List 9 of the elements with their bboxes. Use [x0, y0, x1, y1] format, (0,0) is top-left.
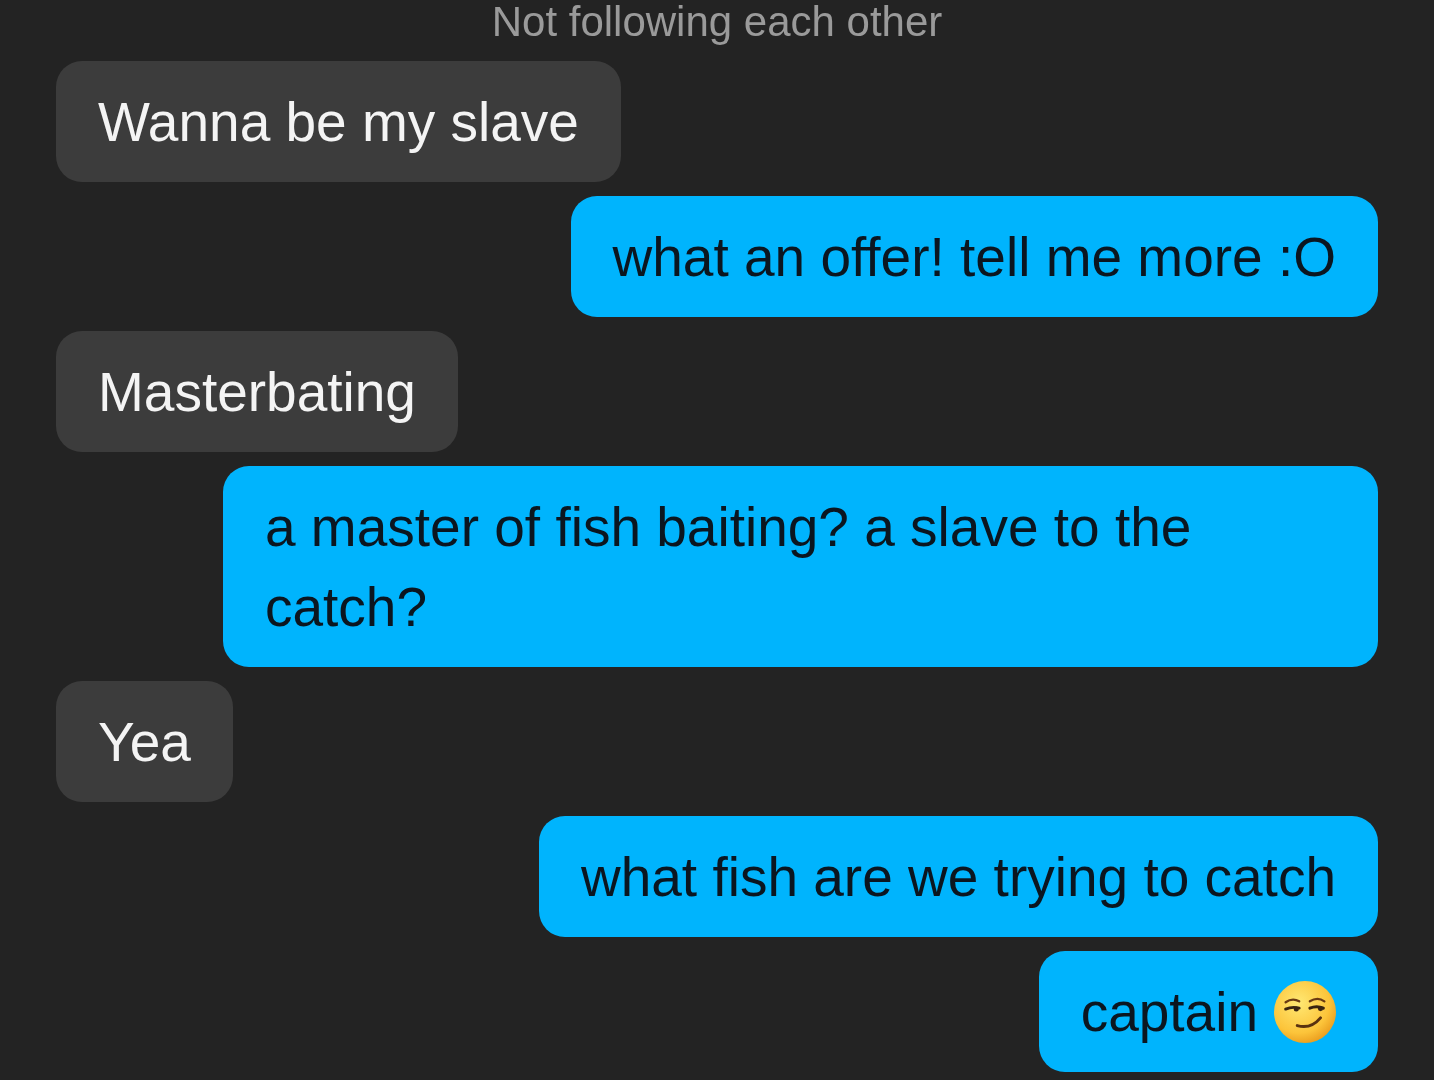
smirking-face-icon — [1274, 980, 1336, 1043]
message-text: what an offer! tell me more :O — [612, 224, 1336, 290]
message-text: Masterbating — [98, 359, 416, 425]
message-text: captain — [1080, 979, 1258, 1045]
message-text: what fish are we trying to catch — [580, 844, 1336, 910]
message-text: Yea — [98, 709, 191, 775]
message-text: a master of fish baiting? a slave to the catch? — [265, 494, 1193, 640]
message-text: Wanna be my slave — [98, 89, 579, 155]
follow-status-text: Not following each other — [491, 0, 943, 44]
